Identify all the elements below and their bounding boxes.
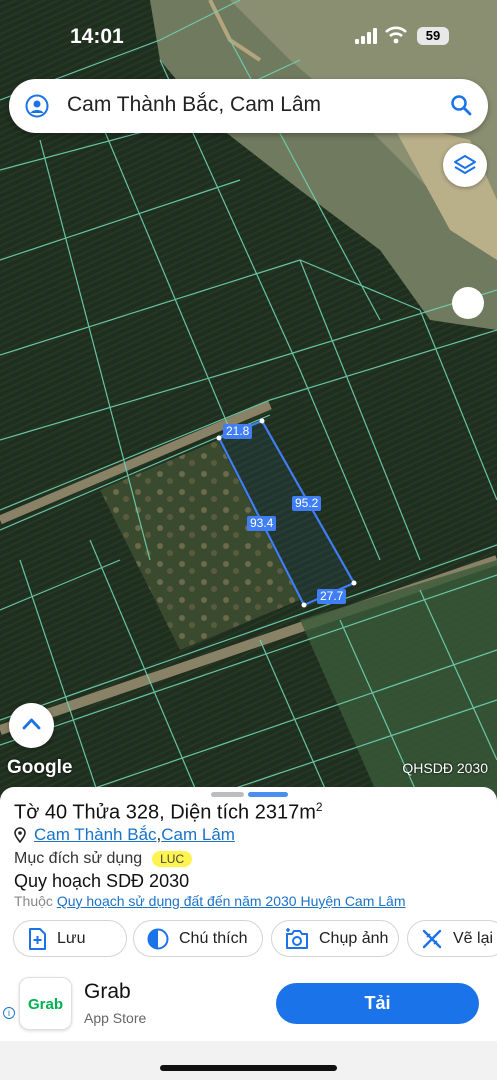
parcel-title-text: Tờ 40 Thửa 328, Diện tích 2317m (14, 801, 316, 824)
land-use-badge: LUC (152, 851, 193, 867)
redraw-button[interactable]: Vẽ lại (407, 920, 497, 957)
search-input[interactable]: Cam Thành Bắc, Cam Lâm (67, 93, 321, 117)
plan-source: Thuộc Quy hoạch sử dụng đất đến năm 2030… (14, 893, 406, 909)
save-label: Lưu (57, 929, 86, 947)
ad-info-icon[interactable]: i (3, 1007, 15, 1019)
status-time: 14:01 (70, 25, 124, 48)
legend-button[interactable]: Chú thích (133, 920, 263, 957)
commune-link[interactable]: Cam Thành Bắc (34, 825, 157, 845)
measure-bottom-label: 27.7 (317, 589, 347, 604)
parcel-info-sheet: Tờ 40 Thửa 328, Diện tích 2317m2 Cam Thà… (0, 787, 497, 1080)
measure-right-label: 95.2 (292, 496, 322, 511)
plan-title: Quy hoạch SDĐ 2030 (14, 871, 190, 891)
status-bar: 14:01 59 (0, 0, 497, 54)
plan-source-link[interactable]: Quy hoạch sử dụng đất đến năm 2030 Huyện… (57, 893, 406, 909)
camera-icon (286, 927, 308, 949)
area-unit-sup: 2 (315, 800, 323, 814)
legend-label: Chú thích (179, 929, 248, 947)
wifi-icon (385, 26, 407, 44)
expand-up-button[interactable] (9, 703, 54, 748)
save-button[interactable]: Lưu (13, 920, 127, 957)
home-area (0, 1041, 497, 1080)
search-bar[interactable]: Cam Thành Bắc, Cam Lâm (9, 79, 488, 133)
account-icon[interactable] (25, 94, 49, 118)
ad-app-name: Grab (84, 980, 131, 1003)
district-link[interactable]: Cam Lâm (161, 825, 235, 845)
chevron-up-icon (22, 718, 41, 730)
capture-button[interactable]: Chụp ảnh (271, 920, 399, 957)
google-attribution: Google (7, 757, 73, 778)
parcel-title: Tờ 40 Thửa 328, Diện tích 2317m2 (14, 800, 323, 825)
capture-label: Chụp ảnh (319, 929, 389, 947)
layer-label: QHSDĐ 2030 (402, 760, 488, 776)
layers-icon (454, 155, 476, 174)
parcel-address: Cam Thành Bắc, Cam Lâm (14, 825, 235, 845)
ad-store-label: App Store (84, 1010, 147, 1026)
ad-banner[interactable]: i Grab Grab App Store Tải (0, 969, 497, 1041)
sheet-handle[interactable] (211, 792, 244, 797)
action-chips: Lưu Chú thích Chụp ảnh Vẽ lại (13, 920, 497, 958)
sheet-handle-active[interactable] (248, 792, 288, 797)
land-use-purpose: Mục đích sử dụng LUC (14, 850, 193, 868)
contrast-icon (147, 928, 169, 949)
plan-source-prefix: Thuộc (14, 893, 53, 909)
grab-logo: Grab (19, 977, 72, 1030)
measure-top-label: 21.8 (223, 424, 253, 439)
battery-indicator: 59 (417, 27, 449, 45)
redraw-label: Vẽ lại (453, 929, 494, 947)
location-marker[interactable] (452, 287, 484, 319)
download-button[interactable]: Tải (276, 983, 479, 1024)
layers-button[interactable] (443, 143, 487, 187)
pin-icon (14, 827, 26, 843)
add-document-icon (29, 927, 46, 950)
signal-icon (355, 28, 377, 44)
ruler-pencil-icon (422, 929, 442, 948)
home-indicator[interactable] (160, 1065, 337, 1071)
measure-left-label: 93.4 (247, 516, 277, 531)
purpose-label: Mục đích sử dụng (14, 850, 143, 867)
search-icon[interactable] (450, 94, 472, 116)
